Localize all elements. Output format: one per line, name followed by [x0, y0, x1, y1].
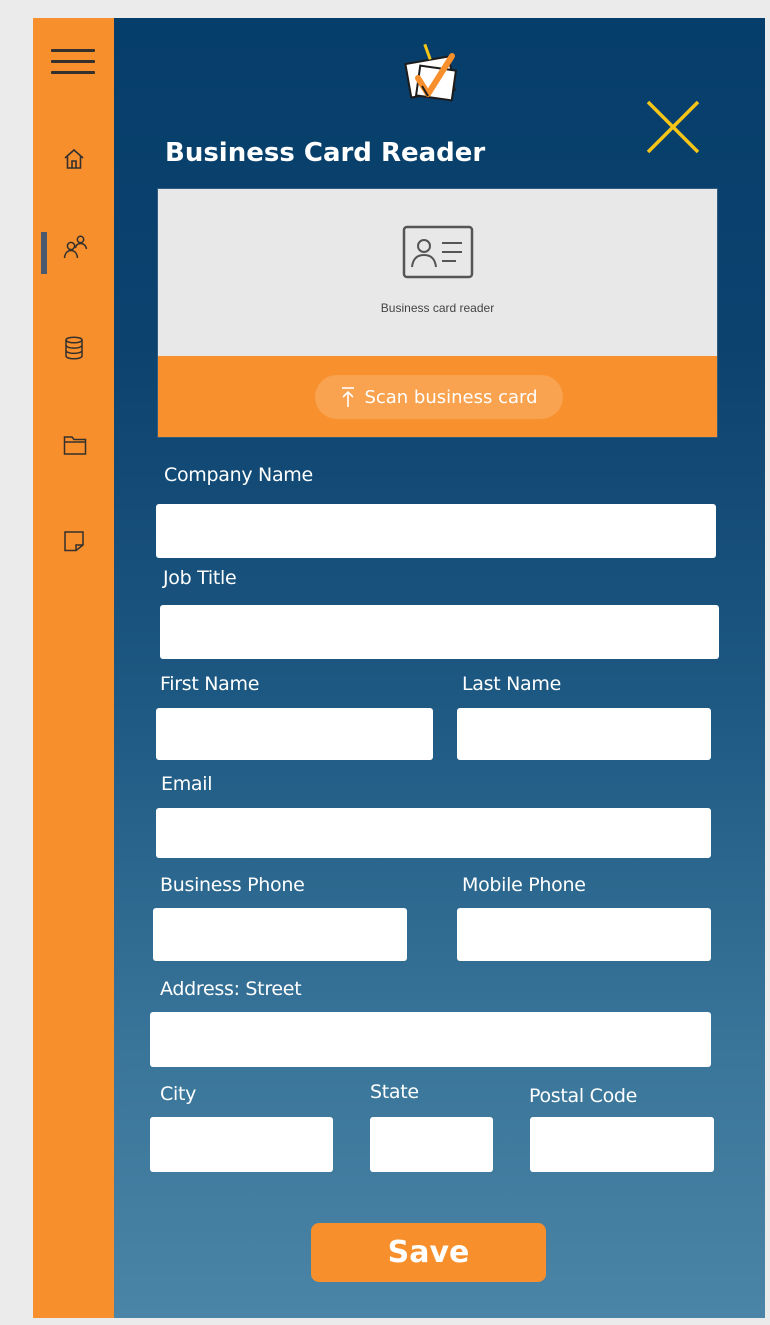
business-phone-input[interactable] — [153, 908, 407, 961]
mobile-phone-input[interactable] — [457, 908, 711, 961]
address-street-input[interactable] — [150, 1012, 711, 1067]
active-indicator — [41, 232, 47, 274]
first-name-label: First Name — [160, 673, 260, 695]
email-input[interactable] — [156, 808, 711, 858]
state-input[interactable] — [370, 1117, 493, 1172]
last-name-label: Last Name — [462, 673, 561, 695]
contacts-icon — [63, 235, 88, 259]
page-title: Business Card Reader — [165, 138, 486, 168]
city-label: City — [160, 1083, 197, 1105]
company-name-input[interactable] — [156, 504, 716, 558]
card-reader-caption: Business card reader — [380, 301, 495, 315]
city-input[interactable] — [150, 1117, 333, 1172]
sidebar-item-home[interactable] — [33, 132, 114, 188]
address-street-label: Address: Street — [160, 978, 302, 1000]
hamburger-menu-icon[interactable] — [51, 49, 95, 75]
company-name-label: Company Name — [164, 464, 313, 486]
job-title-input[interactable] — [160, 605, 719, 659]
postal-code-label: Postal Code — [529, 1085, 638, 1107]
app-window: Business Card Reader Business card reade… — [33, 18, 765, 1318]
sidebar-item-database[interactable] — [33, 320, 114, 376]
job-title-label: Job Title — [163, 567, 237, 589]
save-button[interactable]: Save — [311, 1223, 546, 1282]
mobile-phone-label: Mobile Phone — [462, 874, 586, 896]
last-name-input[interactable] — [457, 708, 711, 760]
sidebar-item-contacts[interactable] — [33, 222, 114, 278]
scan-bar: Scan business card — [158, 356, 717, 437]
email-label: Email — [161, 773, 213, 795]
app-logo-icon — [404, 43, 458, 102]
home-icon — [64, 148, 84, 169]
scan-business-card-button[interactable]: Scan business card — [315, 375, 563, 419]
sidebar-item-notes[interactable] — [33, 514, 114, 570]
folder-icon — [63, 436, 87, 455]
database-icon — [65, 336, 83, 360]
first-name-input[interactable] — [156, 708, 433, 760]
postal-code-input[interactable] — [530, 1117, 714, 1172]
sidebar-item-folder[interactable] — [33, 418, 114, 474]
upload-arrow-icon — [342, 387, 355, 407]
contact-card-icon — [402, 225, 474, 279]
business-card-reader: Business card reader Scan business card — [157, 188, 718, 438]
main-panel: Business Card Reader Business card reade… — [114, 18, 765, 1318]
business-phone-label: Business Phone — [160, 874, 305, 896]
state-label: State — [370, 1081, 419, 1103]
sidebar — [33, 18, 114, 1318]
scan-button-label: Scan business card — [364, 386, 538, 408]
card-preview-area[interactable]: Business card reader — [158, 189, 717, 356]
note-icon — [64, 531, 84, 552]
close-icon[interactable] — [644, 98, 702, 156]
